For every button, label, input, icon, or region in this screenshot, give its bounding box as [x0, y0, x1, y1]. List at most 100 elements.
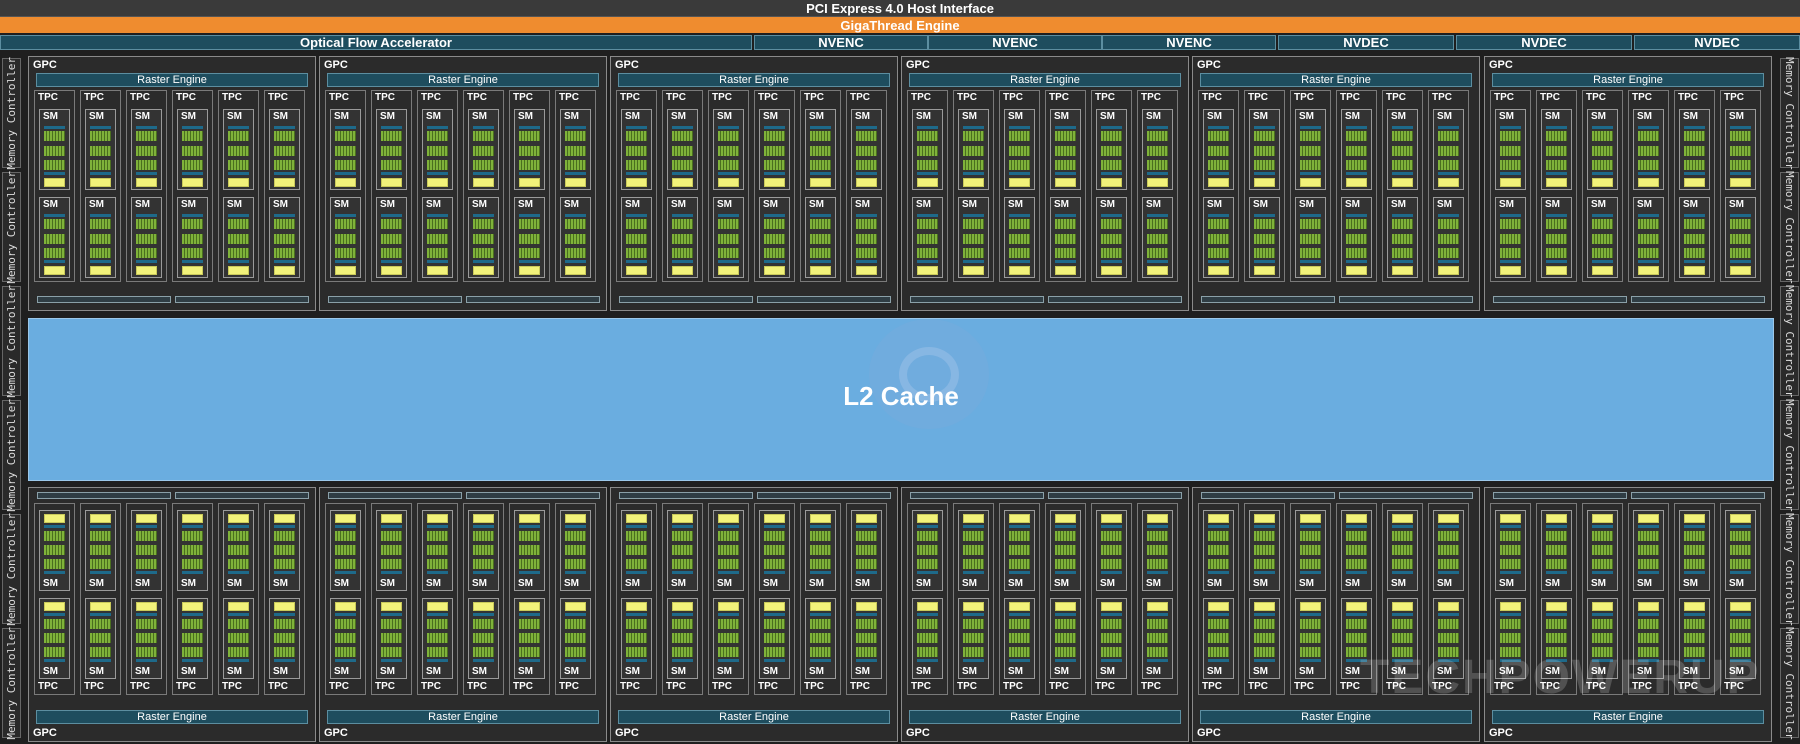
texture-unit — [1055, 266, 1076, 275]
cuda-core-array — [1208, 234, 1229, 244]
cuda-core-array — [1638, 559, 1659, 569]
sm-label: SM — [273, 199, 288, 210]
cuda-core-array — [1055, 160, 1076, 170]
sm-label: SM — [334, 666, 349, 677]
sm-strip — [1438, 613, 1459, 616]
tpc-label: TPC — [268, 681, 288, 692]
cuda-core-array — [1592, 160, 1613, 170]
texture-unit — [228, 178, 249, 187]
cuda-core-array — [427, 619, 448, 629]
memory-controller-left-4: Memory Controller — [2, 399, 21, 511]
texture-unit — [44, 602, 65, 611]
sm-block: SM — [667, 510, 698, 591]
cuda-core-array — [1500, 131, 1521, 141]
cuda-core-array — [1546, 131, 1567, 141]
sm-strip — [672, 571, 693, 574]
sm-block: SM — [1387, 197, 1418, 278]
cuda-core-array — [1346, 131, 1367, 141]
sm-label: SM — [1683, 578, 1698, 589]
sm-label: SM — [855, 111, 870, 122]
cuda-core-array — [565, 160, 586, 170]
tpc-label: TPC — [758, 92, 778, 103]
memory-controller-label: Memory Controller — [1783, 170, 1796, 284]
sm-strip — [565, 260, 586, 263]
tpc-block: TPC SM SM — [953, 90, 994, 282]
cuda-core-array — [672, 234, 693, 244]
tpc-label: TPC — [911, 92, 931, 103]
cuda-core-array — [1592, 633, 1613, 643]
sm-strip — [381, 214, 402, 217]
cuda-core-array — [672, 248, 693, 258]
sm-strip — [1592, 214, 1613, 217]
sm-strip — [565, 214, 586, 217]
sm-label: SM — [1545, 199, 1560, 210]
memory-controller-right-3: Memory Controller — [1780, 285, 1799, 397]
sm-strip — [1147, 659, 1168, 662]
cuda-core-array — [274, 146, 295, 156]
gpc-block: GPC Raster Engine TPC SM SM TPC SM SM TPC SM SM TPC… — [610, 56, 898, 311]
texture-unit — [274, 178, 295, 187]
cuda-core-array — [856, 559, 877, 569]
cuda-core-array — [917, 559, 938, 569]
tpc-label: TPC — [1003, 92, 1023, 103]
texture-unit — [335, 178, 356, 187]
tpc-label: TPC — [1141, 92, 1161, 103]
sm-strip — [427, 659, 448, 662]
sm-block: SM — [667, 197, 698, 278]
cuda-core-array — [335, 219, 356, 229]
cuda-core-array — [182, 545, 203, 555]
tpc-label: TPC — [712, 92, 732, 103]
texture-unit — [182, 178, 203, 187]
cuda-core-array — [519, 531, 540, 541]
sm-block: SM — [330, 197, 361, 278]
sm-block: SM — [376, 510, 407, 591]
cuda-core-array — [136, 619, 157, 629]
sm-strip — [1500, 260, 1521, 263]
sm-label: SM — [1729, 199, 1744, 210]
sm-block: SM — [85, 598, 116, 679]
sm-label: SM — [1253, 666, 1268, 677]
sm-label: SM — [1100, 111, 1115, 122]
sm-strip — [136, 525, 157, 528]
cuda-core-array — [182, 531, 203, 541]
sm-block: SM — [1203, 109, 1234, 190]
cuda-core-array — [1546, 619, 1567, 629]
tpc-block: TPC SM SM — [1536, 90, 1577, 282]
sm-strip — [1101, 659, 1122, 662]
texture-unit — [917, 602, 938, 611]
cuda-core-array — [672, 545, 693, 555]
sm-block: SM — [958, 109, 989, 190]
tpc-block: TPC SM SM — [1198, 90, 1239, 282]
cuda-core-array — [963, 234, 984, 244]
texture-unit — [1500, 514, 1521, 523]
tpc-block: TPC SM SM — [218, 503, 259, 695]
tpc-label: TPC — [84, 92, 104, 103]
sm-strip — [626, 214, 647, 217]
sm-strip — [228, 525, 249, 528]
sm-block: SM — [223, 598, 254, 679]
cuda-core-array — [1300, 160, 1321, 170]
sm-strip — [335, 126, 356, 129]
texture-unit — [182, 266, 203, 275]
tpc-label: TPC — [84, 681, 104, 692]
sm-label: SM — [625, 111, 640, 122]
sm-strip — [1147, 126, 1168, 129]
sm-strip — [626, 659, 647, 662]
sm-block: SM — [177, 109, 208, 190]
cuda-core-array — [1392, 531, 1413, 541]
tpc-block: TPC SM SM — [1336, 90, 1377, 282]
sm-strip — [1208, 260, 1229, 263]
texture-unit — [1392, 266, 1413, 275]
sm-label: SM — [426, 666, 441, 677]
cuda-core-array — [1500, 619, 1521, 629]
tpc-block: TPC SM SM — [371, 90, 412, 282]
cuda-core-array — [718, 531, 739, 541]
sm-label: SM — [1391, 199, 1406, 210]
cuda-core-array — [427, 234, 448, 244]
cuda-core-array — [764, 633, 785, 643]
tpc-block: TPC SM SM — [80, 503, 121, 695]
memory-controller-label: Memory Controller — [1783, 512, 1796, 626]
cuda-core-array — [810, 160, 831, 170]
cuda-core-array — [1009, 234, 1030, 244]
tpc-block: TPC SM SM — [999, 503, 1040, 695]
